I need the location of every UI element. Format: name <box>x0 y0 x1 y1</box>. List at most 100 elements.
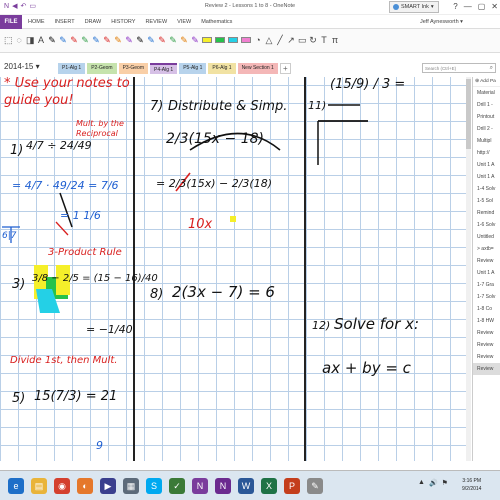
page-list-item[interactable]: 1-7 Solv <box>473 291 500 303</box>
word-icon[interactable]: W <box>238 478 254 494</box>
tab-mathematics[interactable]: Mathematics <box>201 15 232 29</box>
rectangle-icon[interactable]: ▭ <box>298 34 307 46</box>
pen-black2-icon[interactable]: ✎ <box>136 34 144 46</box>
page-list-item[interactable]: 1-8 HW <box>473 315 500 327</box>
select-icon[interactable]: ⬚ <box>4 34 13 46</box>
pen-green-icon[interactable]: ✎ <box>81 34 89 46</box>
pen-orange-icon[interactable]: ✎ <box>114 34 122 46</box>
media-player-icon[interactable]: ▶ <box>100 478 116 494</box>
smart-notebook-icon[interactable]: ✓ <box>169 478 185 494</box>
shapes-icon[interactable]: △ <box>265 34 273 46</box>
highlighter-green-icon[interactable] <box>215 37 225 43</box>
smart-ink-toolbar[interactable]: SMART Ink ▾ <box>389 1 439 13</box>
page-list-item[interactable]: Printout <box>473 111 500 123</box>
tab-home[interactable]: HOME <box>28 15 45 29</box>
section-tab-p4[interactable]: P4-Alg 1 <box>150 63 178 74</box>
highlighter-yellow-icon[interactable] <box>202 37 212 43</box>
page-list-item[interactable]: http:// <box>473 147 500 159</box>
page-list-item[interactable]: Unit 1 A <box>473 159 500 171</box>
tab-history[interactable]: HISTORY <box>111 15 135 29</box>
onenote-icon[interactable]: N <box>192 478 208 494</box>
tab-review[interactable]: REVIEW <box>145 15 167 29</box>
page-list-item[interactable]: Material <box>473 87 500 99</box>
page-list-item[interactable]: Review <box>473 255 500 267</box>
page-list-item[interactable]: Unit 1 A <box>473 171 500 183</box>
file-tab[interactable]: FILE <box>0 15 22 29</box>
page-scrollbar[interactable] <box>466 77 471 461</box>
rotate-icon[interactable]: ↻ <box>309 34 317 46</box>
maximize-button[interactable]: ▢ <box>478 2 486 12</box>
pen-green2-icon[interactable]: ✎ <box>169 34 177 46</box>
excel-icon[interactable]: X <box>261 478 277 494</box>
page-list-item[interactable]: Review <box>473 327 500 339</box>
highlighter-cyan-icon[interactable] <box>228 37 238 43</box>
tray-expand-icon[interactable]: ▲ <box>418 479 425 487</box>
calculator-icon[interactable]: ▦ <box>123 478 139 494</box>
page-list-item[interactable]: Review <box>473 363 500 375</box>
arrow-icon[interactable]: ↗ <box>287 34 295 46</box>
tab-draw[interactable]: DRAW <box>85 15 102 29</box>
scrollbar-thumb[interactable] <box>466 79 471 149</box>
onenote-2-icon[interactable]: N <box>215 478 231 494</box>
search-input[interactable]: Search (Ctrl+E) ⌕ <box>422 63 496 73</box>
search-icon[interactable]: ⌕ <box>490 64 493 73</box>
help-button[interactable]: ? <box>453 2 457 12</box>
section-tab-p5[interactable]: P5-Alg 1 <box>179 63 207 74</box>
firefox-icon[interactable]: ◐ <box>77 478 93 494</box>
pen-red-icon[interactable]: ✎ <box>70 34 78 46</box>
pen-purple-icon[interactable]: ✎ <box>125 34 133 46</box>
user-account[interactable]: Jeff Aynesworth ▾ <box>420 15 463 29</box>
page-list-item[interactable]: > axtb= <box>473 243 500 255</box>
clock[interactable]: 3:16 PM 9/2/2014 <box>462 477 481 493</box>
tab-view[interactable]: VIEW <box>177 15 191 29</box>
section-tab-new[interactable]: New Section 1 <box>237 63 278 74</box>
chevron-down-icon[interactable]: ▾ <box>431 4 434 10</box>
pen-blue-icon[interactable]: ✎ <box>59 34 67 46</box>
close-button[interactable]: ✕ <box>491 2 498 12</box>
section-tab-p2[interactable]: P2-Geom <box>87 63 117 74</box>
internet-explorer-icon[interactable]: e <box>8 478 24 494</box>
page-list-item[interactable]: Review <box>473 351 500 363</box>
pen-red3-icon[interactable]: ✎ <box>158 34 166 46</box>
ink-to-math-icon[interactable]: π <box>331 34 339 46</box>
pen-black-icon[interactable]: ✎ <box>48 34 56 46</box>
chrome-icon[interactable]: ◉ <box>54 478 70 494</box>
page-list-item[interactable]: 1-5 Sol <box>473 195 500 207</box>
highlighter-pink-icon[interactable] <box>241 37 251 43</box>
paint-icon[interactable]: ✎ <box>307 478 323 494</box>
pen-red2-icon[interactable]: ✎ <box>103 34 111 46</box>
lasso-icon[interactable]: ◌ <box>15 34 23 46</box>
page-list-item[interactable]: 1-8 Co <box>473 303 500 315</box>
page-list-item[interactable]: Remind <box>473 207 500 219</box>
section-tab-p6[interactable]: P6-Alg 1 <box>208 63 236 74</box>
pen-orange2-icon[interactable]: ✎ <box>180 34 188 46</box>
page-list-item[interactable]: 1-4 Solv <box>473 183 500 195</box>
page-list-item[interactable]: 1-6 Solv <box>473 219 500 231</box>
page-list-item[interactable]: Multipl <box>473 135 500 147</box>
color-thickness-icon[interactable]: ◔ <box>254 34 262 46</box>
ink-to-text-icon[interactable]: T <box>320 34 328 46</box>
powerpoint-icon[interactable]: P <box>284 478 300 494</box>
page-list-item[interactable]: Drill 2 - <box>473 123 500 135</box>
section-tab-p1[interactable]: P1-Alg 1 <box>58 63 86 74</box>
file-explorer-icon[interactable]: ▤ <box>31 478 47 494</box>
volume-icon[interactable]: 🔊 <box>429 479 438 487</box>
notebook-name[interactable]: 2014-15 ▾ <box>4 62 40 71</box>
line-icon[interactable]: ╱ <box>276 34 284 46</box>
section-tab-p3[interactable]: P3-Geom <box>118 63 148 74</box>
flag-icon[interactable]: ⚑ <box>442 479 448 487</box>
page-list-item[interactable]: Drill 1 - <box>473 99 500 111</box>
pen-blue3-icon[interactable]: ✎ <box>147 34 155 46</box>
page-list-item[interactable]: Untitled <box>473 231 500 243</box>
type-icon[interactable]: A <box>37 34 45 46</box>
minimize-button[interactable]: — <box>464 2 472 12</box>
pen-purple2-icon[interactable]: ✎ <box>191 34 199 46</box>
eraser-icon[interactable]: ◨ <box>26 34 35 46</box>
note-canvas[interactable]: * Use your notes to guide you! Mult. by … <box>0 77 471 461</box>
skype-icon[interactable]: S <box>146 478 162 494</box>
page-list-item[interactable]: Unit 1 A <box>473 267 500 279</box>
add-section-button[interactable]: + <box>279 63 291 74</box>
add-page-button[interactable]: ⊕ Add Pa <box>473 77 500 87</box>
page-list-item[interactable]: Review <box>473 339 500 351</box>
page-list-item[interactable]: 1-7 Gra <box>473 279 500 291</box>
